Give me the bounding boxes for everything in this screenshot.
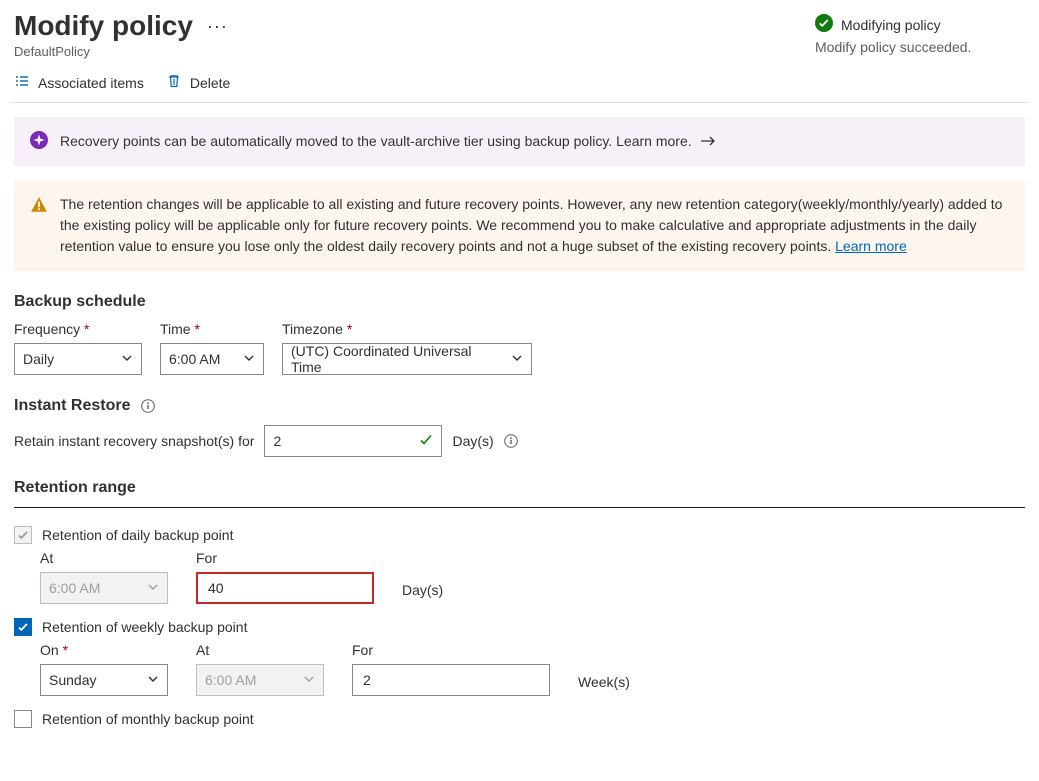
- daily-at-value: 6:00 AM: [49, 580, 100, 596]
- chevron-down-icon: [511, 351, 523, 367]
- instant-restore-heading: Instant Restore: [14, 397, 1025, 415]
- weekly-at-select: 6:00 AM: [196, 664, 324, 696]
- chevron-down-icon: [147, 672, 159, 688]
- frequency-label: Frequency: [14, 321, 142, 337]
- notification-title: Modifying policy: [841, 17, 941, 33]
- archive-tier-banner: Recovery points can be automatically mov…: [14, 117, 1025, 166]
- notification-toast: Modifying policy Modify policy succeeded…: [815, 10, 1025, 55]
- time-value: 6:00 AM: [169, 351, 220, 367]
- time-select[interactable]: 6:00 AM: [160, 343, 264, 375]
- retention-divider: [14, 507, 1025, 508]
- chevron-down-icon: [121, 351, 133, 367]
- time-label: Time: [160, 321, 264, 337]
- weekly-at-value: 6:00 AM: [205, 672, 256, 688]
- daily-for-input[interactable]: [196, 572, 374, 604]
- weekly-on-value: Sunday: [49, 672, 96, 688]
- weekly-on-select[interactable]: Sunday: [40, 664, 168, 696]
- archive-tier-learn-more-link[interactable]: Recovery points can be automatically mov…: [60, 131, 716, 152]
- list-icon: [14, 73, 30, 92]
- associated-items-label: Associated items: [38, 75, 144, 91]
- associated-items-button[interactable]: Associated items: [14, 73, 144, 92]
- weekly-retention-label: Retention of weekly backup point: [42, 619, 247, 635]
- instant-restore-unit: Day(s): [452, 433, 493, 449]
- retention-warning-banner: The retention changes will be applicable…: [14, 180, 1025, 271]
- weekly-at-label: At: [196, 642, 324, 658]
- retention-warning-learn-more-link[interactable]: Learn more: [835, 238, 907, 254]
- weekly-for-field[interactable]: [361, 665, 541, 695]
- monthly-retention-checkbox[interactable]: [14, 710, 32, 728]
- daily-unit: Day(s): [402, 582, 443, 604]
- delete-button[interactable]: Delete: [166, 73, 230, 92]
- retention-warning-text: The retention changes will be applicable…: [60, 194, 1009, 257]
- more-actions-button[interactable]: ···: [203, 16, 232, 37]
- instant-restore-label: Retain instant recovery snapshot(s) for: [14, 433, 254, 449]
- success-icon: [815, 14, 833, 35]
- instant-restore-days-select[interactable]: 2: [264, 425, 442, 457]
- timezone-value: (UTC) Coordinated Universal Time: [291, 343, 503, 375]
- arrow-right-icon: [700, 134, 716, 150]
- page-title: Modify policy: [14, 10, 193, 42]
- monthly-retention-label: Retention of monthly backup point: [42, 711, 254, 727]
- archive-tier-text: Recovery points can be automatically mov…: [60, 131, 692, 152]
- timezone-label: Timezone: [282, 321, 532, 337]
- notification-message: Modify policy succeeded.: [815, 39, 1025, 55]
- chevron-down-icon: [303, 672, 315, 688]
- toolbar-separator: [10, 102, 1029, 103]
- daily-retention-label: Retention of daily backup point: [42, 527, 233, 543]
- weekly-unit: Week(s): [578, 674, 630, 696]
- daily-retention-checkbox: [14, 526, 32, 544]
- trash-icon: [166, 73, 182, 92]
- weekly-for-input[interactable]: [352, 664, 550, 696]
- info-icon[interactable]: [141, 399, 155, 413]
- chevron-down-icon: [243, 351, 255, 367]
- frequency-value: Daily: [23, 351, 54, 367]
- timezone-select[interactable]: (UTC) Coordinated Universal Time: [282, 343, 532, 375]
- weekly-for-label: For: [352, 642, 550, 658]
- check-icon: [419, 433, 433, 450]
- chevron-down-icon: [147, 580, 159, 596]
- backup-schedule-heading: Backup schedule: [14, 293, 1025, 311]
- instant-restore-value: 2: [273, 433, 281, 449]
- delete-label: Delete: [190, 75, 230, 91]
- daily-for-label: For: [196, 550, 374, 566]
- weekly-retention-checkbox[interactable]: [14, 618, 32, 636]
- compass-icon: [30, 131, 48, 152]
- daily-at-label: At: [40, 550, 168, 566]
- retention-range-heading: Retention range: [14, 479, 1025, 497]
- page-subtitle: DefaultPolicy: [14, 44, 232, 59]
- weekly-on-label: On: [40, 642, 168, 658]
- info-icon[interactable]: [504, 434, 518, 448]
- frequency-select[interactable]: Daily: [14, 343, 142, 375]
- daily-for-field[interactable]: [206, 574, 364, 602]
- warning-icon: [30, 194, 48, 217]
- daily-at-select: 6:00 AM: [40, 572, 168, 604]
